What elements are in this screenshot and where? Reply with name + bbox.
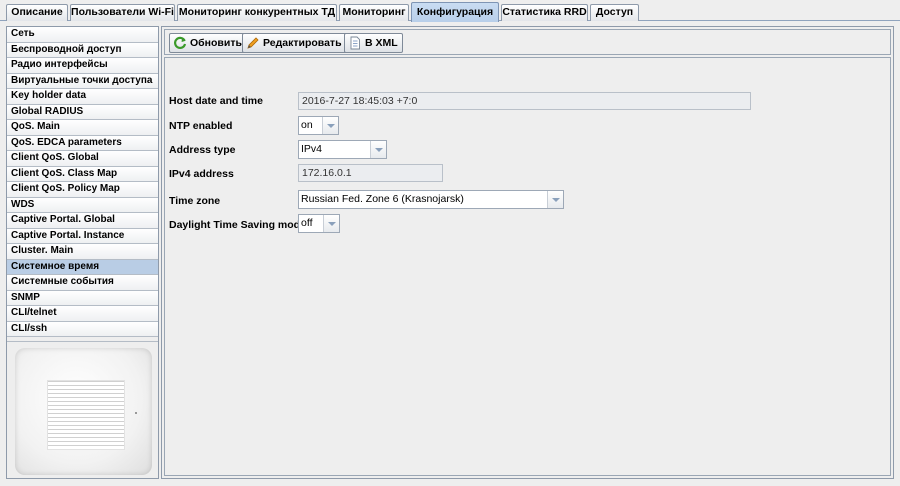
sidebar-item-client-qos-class-map[interactable]: Client QoS. Class Map [7,166,158,182]
sidebar-item-network[interactable]: Сеть [7,27,158,43]
export-xml-button[interactable]: В XML [344,33,403,53]
sidebar-item-virtual-aps[interactable]: Виртуальные точки доступа [7,73,158,89]
tab-description[interactable]: Описание [6,4,68,21]
host-date-field: 2016-7-27 18:45:03 +7:0 [298,92,751,110]
chevron-down-icon[interactable] [323,215,339,232]
tab-configuration[interactable]: Конфигурация [411,2,499,22]
tab-wifi-users[interactable]: Пользователи Wi-Fi [70,4,175,21]
export-xml-button-label: В XML [365,37,398,49]
tab-rogue-ap-monitoring[interactable]: Мониторинг конкурентных ТД [177,4,337,21]
config-sidebar: Сеть Беспроводной доступ Радио интерфейс… [6,26,159,479]
tab-bar: Описание Пользователи Wi-Fi Мониторинг к… [0,0,900,22]
refresh-button-label: Обновить [190,37,242,49]
sidebar-item-captive-portal-instance[interactable]: Captive Portal. Instance [7,228,158,244]
device-image-frame [7,341,158,478]
pencil-icon [247,37,259,49]
chevron-down-icon[interactable] [322,117,338,134]
sidebar-item-qos-edca[interactable]: QoS. EDCA parameters [7,135,158,151]
address-type-value: IPv4 [301,143,323,155]
address-type-select[interactable]: IPv4 [298,140,387,159]
sidebar-item-cluster-main[interactable]: Cluster. Main [7,244,158,260]
tab-monitoring[interactable]: Мониторинг [339,4,409,21]
toolbar: Обновить Редактировать В XML [164,29,891,55]
sidebar-item-global-radius[interactable]: Global RADIUS [7,104,158,120]
dst-mode-label: Daylight Time Saving mode [169,219,306,231]
ipv4-address-label: IPv4 address [169,168,234,180]
time-zone-label: Time zone [169,195,221,207]
chevron-down-icon[interactable] [547,191,563,208]
sidebar-item-system-time[interactable]: Системное время [7,259,158,275]
sidebar-item-client-qos-policy-map[interactable]: Client QoS. Policy Map [7,182,158,198]
time-zone-value: Russian Fed. Zone 6 (Krasnojarsk) [301,193,464,205]
access-point-device-image [15,348,152,475]
ntp-enabled-value: on [301,119,313,131]
refresh-icon [174,36,187,49]
sidebar-item-captive-portal-global[interactable]: Captive Portal. Global [7,213,158,229]
ntp-enabled-label: NTP enabled [169,120,233,132]
main-panel: Обновить Редактировать В XML Host date a… [161,26,894,479]
sidebar-item-wireless-access[interactable]: Беспроводной доступ [7,42,158,58]
sidebar-item-radio-interfaces[interactable]: Радио интерфейсы [7,58,158,74]
time-zone-select[interactable]: Russian Fed. Zone 6 (Krasnojarsk) [298,190,564,209]
refresh-button[interactable]: Обновить [169,33,247,53]
device-grille [47,380,125,450]
device-led [135,412,137,414]
edit-button[interactable]: Редактировать [242,33,347,53]
host-date-label: Host date and time [169,95,263,107]
sidebar-item-client-qos-global[interactable]: Client QoS. Global [7,151,158,167]
dst-mode-select[interactable]: off [298,214,340,233]
tab-access[interactable]: Доступ [590,4,639,21]
address-type-label: Address type [169,144,236,156]
sidebar-item-cli-ssh[interactable]: CLI/ssh [7,321,158,337]
tab-rrd-statistics[interactable]: Статистика RRD [501,4,588,21]
sidebar-item-cli-telnet[interactable]: CLI/telnet [7,306,158,322]
ntp-enabled-select[interactable]: on [298,116,339,135]
sidebar-item-system-events[interactable]: Системные события [7,275,158,291]
sidebar-item-wds[interactable]: WDS [7,197,158,213]
sidebar-item-snmp[interactable]: SNMP [7,290,158,306]
ipv4-address-field: 172.16.0.1 [298,164,443,182]
system-time-form: Host date and time 2016-7-27 18:45:03 +7… [164,57,891,476]
sidebar-item-key-holder-data[interactable]: Key holder data [7,89,158,105]
chevron-down-icon[interactable] [370,141,386,158]
document-icon [350,36,360,50]
sidebar-item-qos-main[interactable]: QoS. Main [7,120,158,136]
dst-mode-value: off [301,217,313,229]
edit-button-label: Редактировать [263,37,342,49]
